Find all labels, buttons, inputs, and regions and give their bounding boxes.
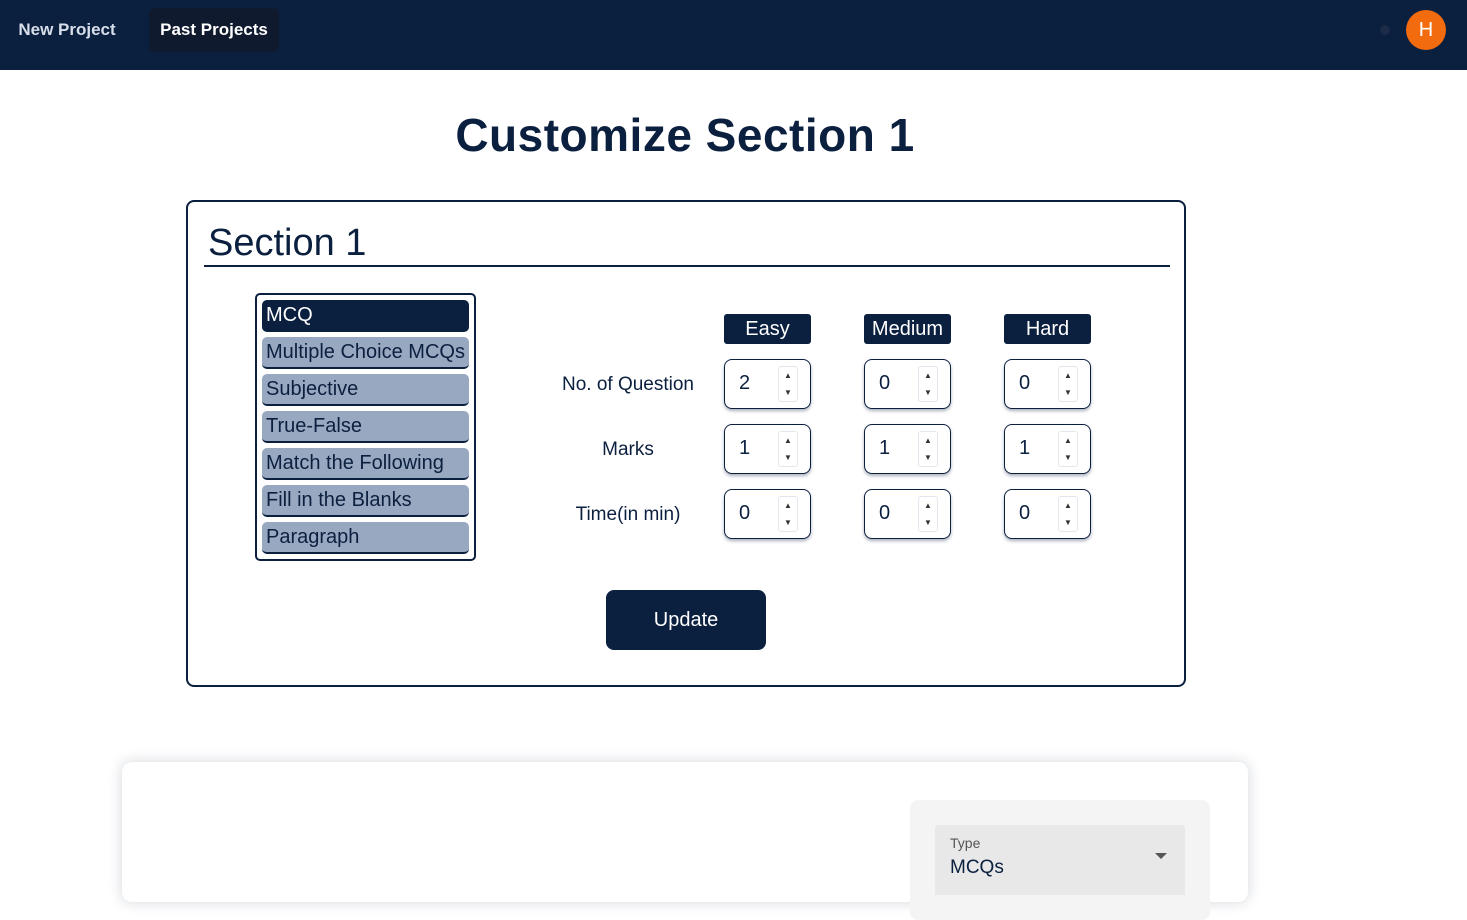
type-select[interactable]: Type MCQs bbox=[935, 825, 1185, 895]
spin-down-icon[interactable]: ▼ bbox=[1059, 514, 1077, 531]
spin-up-icon[interactable]: ▲ bbox=[779, 497, 797, 514]
spin-down-icon[interactable]: ▼ bbox=[919, 384, 937, 401]
spinner[interactable]: ▲ ▼ bbox=[1058, 431, 1078, 467]
questions-easy-input[interactable]: 2 ▲ ▼ bbox=[724, 359, 811, 409]
marks-hard-input[interactable]: 1 ▲ ▼ bbox=[1004, 424, 1091, 474]
question-type-mcq[interactable]: MCQ bbox=[262, 300, 469, 332]
input-value: 0 bbox=[1019, 372, 1031, 394]
spinner[interactable]: ▲ ▼ bbox=[1058, 496, 1078, 532]
type-select-value: MCQs bbox=[950, 857, 1004, 878]
marks-easy-input[interactable]: 1 ▲ ▼ bbox=[724, 424, 811, 474]
question-type-list: MCQ Multiple Choice MCQs Subjective True… bbox=[255, 293, 476, 561]
difficulty-easy-header: Easy bbox=[724, 314, 811, 344]
section-divider bbox=[204, 265, 1170, 267]
input-value: 0 bbox=[879, 372, 891, 394]
nav-new-project[interactable]: New Project bbox=[8, 8, 126, 52]
spinner[interactable]: ▲ ▼ bbox=[778, 366, 798, 402]
spinner[interactable]: ▲ ▼ bbox=[778, 431, 798, 467]
section-card: Section 1 MCQ Multiple Choice MCQs Subje… bbox=[186, 200, 1186, 687]
time-easy-input[interactable]: 0 ▲ ▼ bbox=[724, 489, 811, 539]
input-value: 0 bbox=[1019, 502, 1031, 524]
filter-panel: Type MCQs bbox=[910, 800, 1210, 920]
type-select-label: Type bbox=[950, 835, 981, 851]
spinner[interactable]: ▲ ▼ bbox=[1058, 366, 1078, 402]
questions-medium-input[interactable]: 0 ▲ ▼ bbox=[864, 359, 951, 409]
caret-down-icon bbox=[1155, 853, 1167, 859]
spin-up-icon[interactable]: ▲ bbox=[919, 367, 937, 384]
section-title: Section 1 bbox=[208, 222, 367, 264]
time-hard-input[interactable]: 0 ▲ ▼ bbox=[1004, 489, 1091, 539]
spin-up-icon[interactable]: ▲ bbox=[1059, 432, 1077, 449]
spinner[interactable]: ▲ ▼ bbox=[918, 431, 938, 467]
spinner[interactable]: ▲ ▼ bbox=[918, 366, 938, 402]
question-type-paragraph[interactable]: Paragraph bbox=[262, 522, 469, 554]
row-label-time: Time(in min) bbox=[575, 504, 681, 525]
input-value: 1 bbox=[1019, 437, 1031, 459]
top-navbar: New Project Past Projects H bbox=[0, 0, 1467, 70]
spin-down-icon[interactable]: ▼ bbox=[919, 449, 937, 466]
difficulty-hard-header: Hard bbox=[1004, 314, 1091, 344]
questions-hard-input[interactable]: 0 ▲ ▼ bbox=[1004, 359, 1091, 409]
row-label-marks: Marks bbox=[602, 439, 654, 460]
avatar[interactable]: H bbox=[1406, 10, 1446, 50]
spin-down-icon[interactable]: ▼ bbox=[919, 514, 937, 531]
status-dot-icon bbox=[1380, 25, 1390, 35]
input-value: 0 bbox=[739, 502, 751, 524]
spin-up-icon[interactable]: ▲ bbox=[779, 367, 797, 384]
difficulty-medium-header: Medium bbox=[864, 314, 951, 344]
input-value: 0 bbox=[879, 502, 891, 524]
question-type-true-false[interactable]: True-False bbox=[262, 411, 469, 443]
nav-past-projects[interactable]: Past Projects bbox=[149, 8, 279, 52]
questions-card: Type MCQs bbox=[122, 762, 1248, 920]
spin-up-icon[interactable]: ▲ bbox=[919, 432, 937, 449]
spin-up-icon[interactable]: ▲ bbox=[779, 432, 797, 449]
question-type-subjective[interactable]: Subjective bbox=[262, 374, 469, 406]
page-title: Customize Section 1 bbox=[455, 109, 915, 161]
question-type-fill-in-the-blanks[interactable]: Fill in the Blanks bbox=[262, 485, 469, 517]
input-value: 1 bbox=[879, 437, 891, 459]
spinner[interactable]: ▲ ▼ bbox=[778, 496, 798, 532]
spinner[interactable]: ▲ ▼ bbox=[918, 496, 938, 532]
question-type-match-the-following[interactable]: Match the Following bbox=[262, 448, 469, 480]
marks-medium-input[interactable]: 1 ▲ ▼ bbox=[864, 424, 951, 474]
spin-up-icon[interactable]: ▲ bbox=[1059, 367, 1077, 384]
row-label-no-of-question: No. of Question bbox=[561, 374, 695, 395]
spin-up-icon[interactable]: ▲ bbox=[919, 497, 937, 514]
update-button[interactable]: Update bbox=[606, 590, 766, 650]
spin-down-icon[interactable]: ▼ bbox=[779, 514, 797, 531]
time-medium-input[interactable]: 0 ▲ ▼ bbox=[864, 489, 951, 539]
spin-down-icon[interactable]: ▼ bbox=[779, 384, 797, 401]
spin-down-icon[interactable]: ▼ bbox=[1059, 449, 1077, 466]
question-type-multiple-choice-mcqs[interactable]: Multiple Choice MCQs bbox=[262, 337, 469, 369]
spin-down-icon[interactable]: ▼ bbox=[779, 449, 797, 466]
spin-down-icon[interactable]: ▼ bbox=[1059, 384, 1077, 401]
input-value: 1 bbox=[739, 437, 751, 459]
input-value: 2 bbox=[739, 372, 751, 394]
spin-up-icon[interactable]: ▲ bbox=[1059, 497, 1077, 514]
